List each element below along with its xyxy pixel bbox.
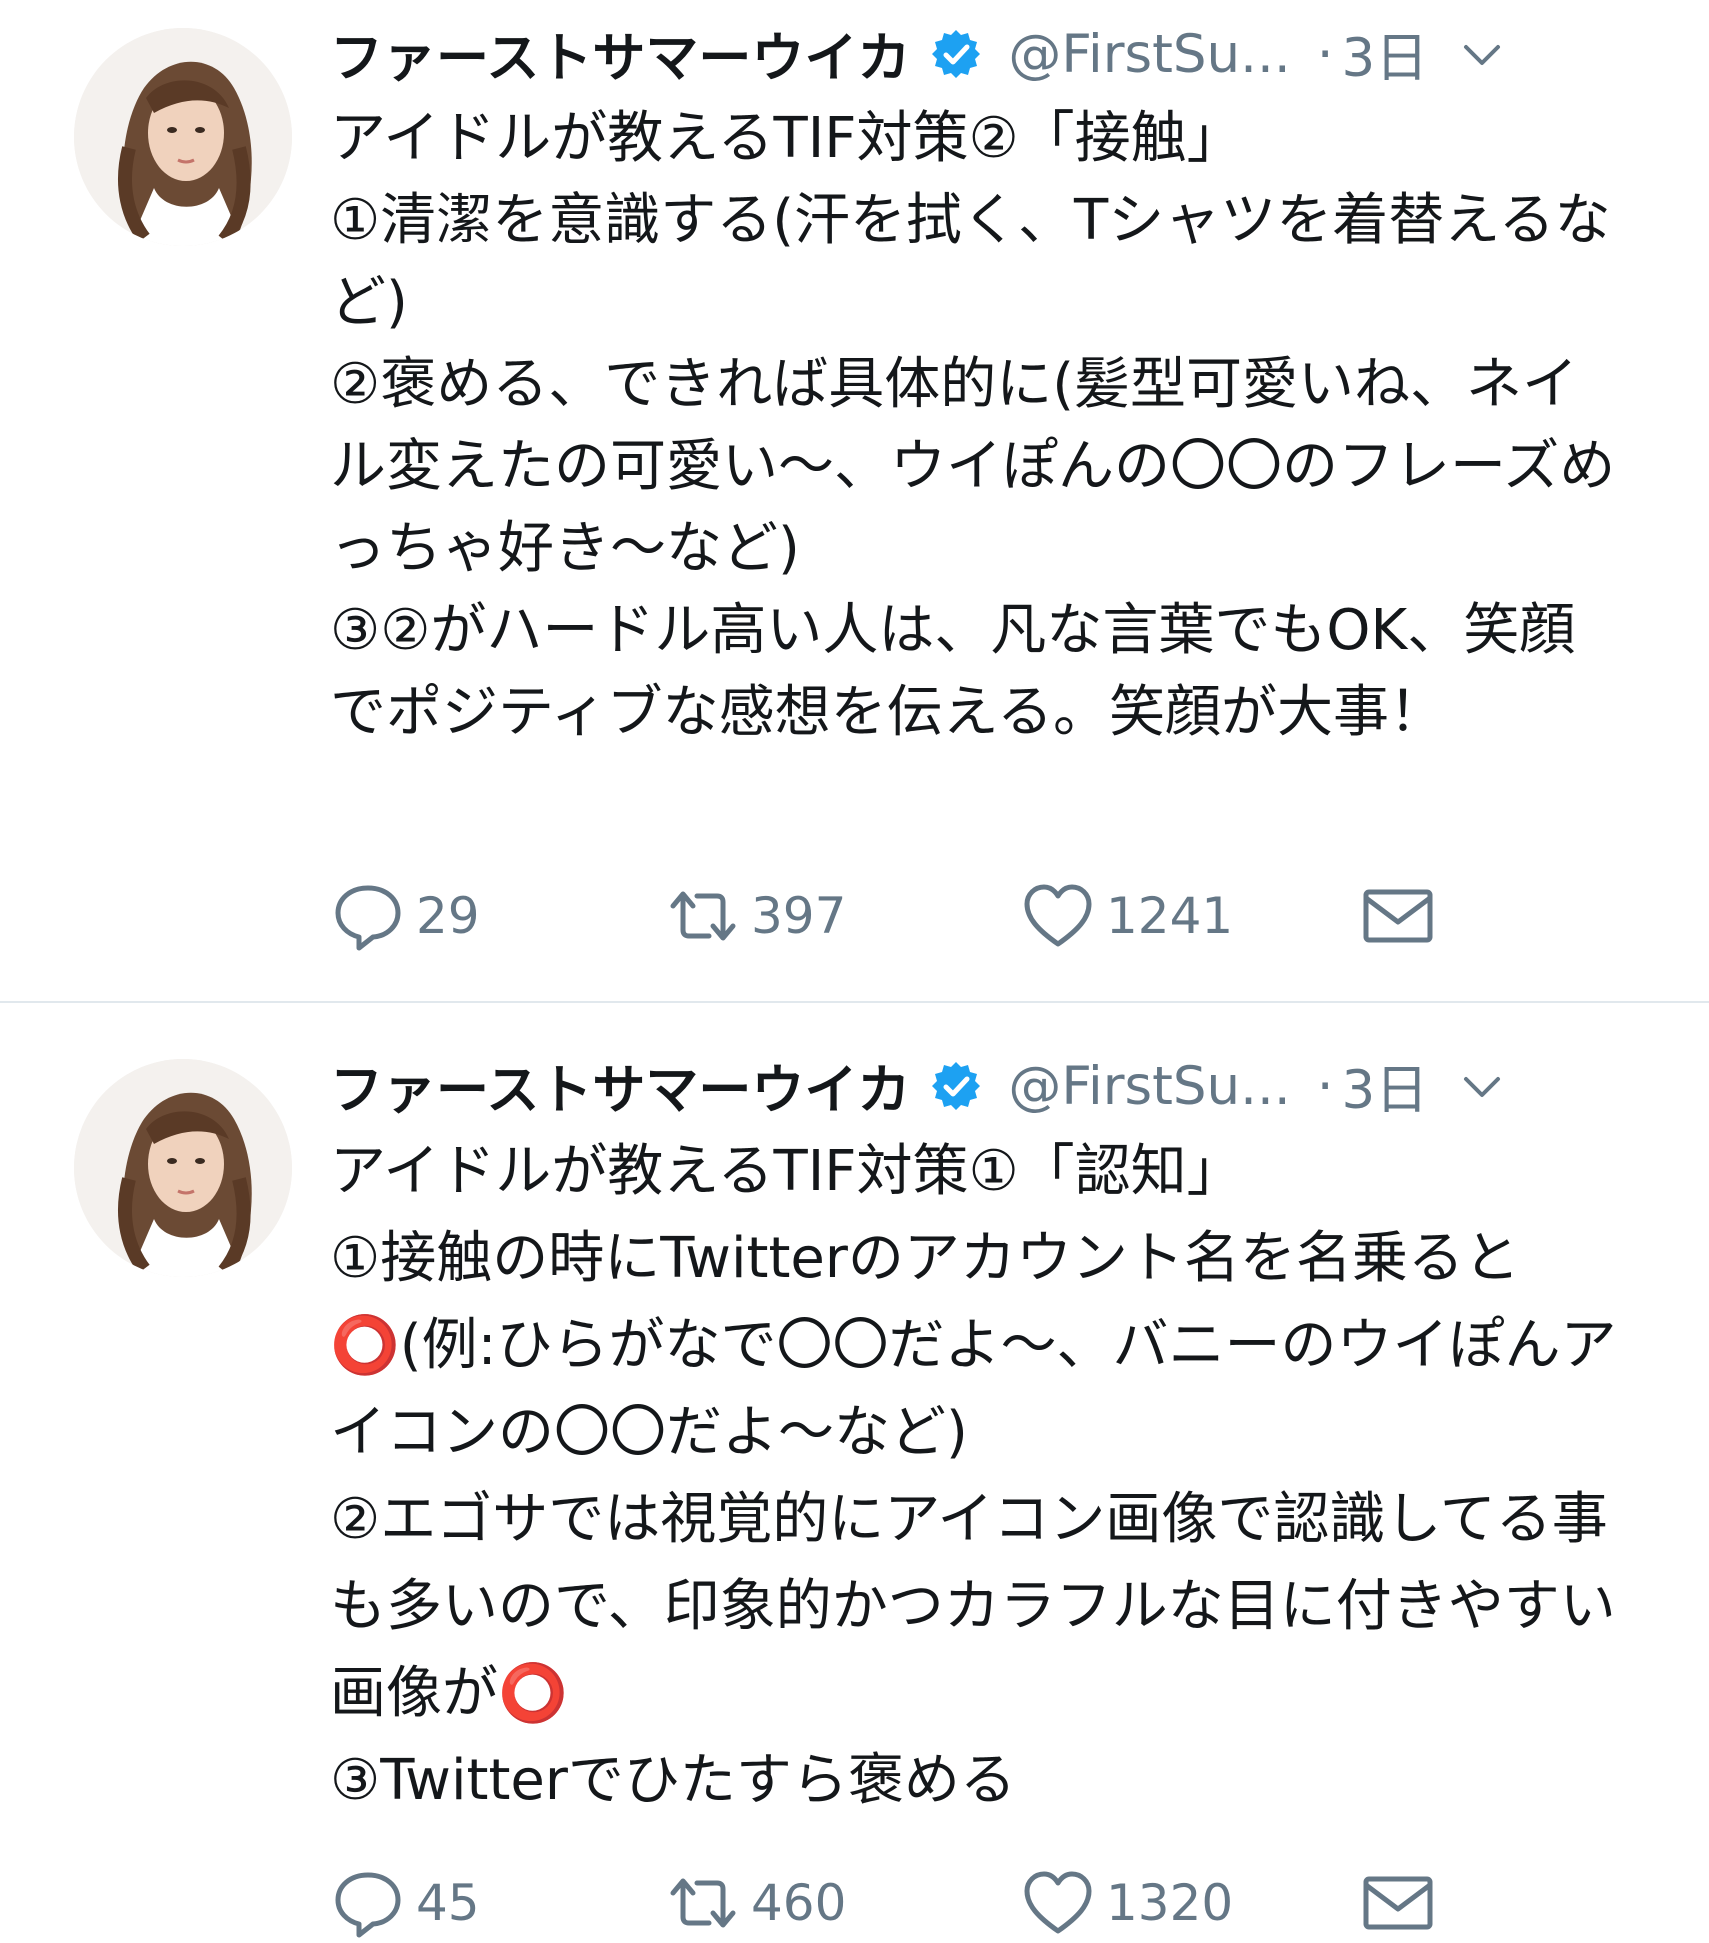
tweet-actions: 45 460 1320	[330, 1863, 1433, 1943]
author-handle[interactable]: @FirstSu...	[1008, 1056, 1290, 1117]
tweet[interactable]: ファーストサマーウイカ @FirstSu... · 3日 アイドルが教えるTIF…	[0, 1003, 1709, 1938]
direct-message-button[interactable]	[1360, 1863, 1436, 1943]
tweet-text: アイドルが教えるTIF対策②「接触」 ①清潔を意識する(汗を拭く、Tシャツを着替…	[330, 106, 1616, 745]
author-name[interactable]: ファーストサマーウイカ	[330, 1048, 910, 1124]
tweet[interactable]: ファーストサマーウイカ @FirstSu... · 3日 アイドルが教えるTIF…	[0, 0, 1709, 1001]
separator-dot: ·	[1316, 23, 1334, 85]
avatar-image	[74, 1059, 292, 1277]
chevron-down-icon[interactable]	[1458, 1062, 1506, 1110]
tweet-text: アイドルが教えるTIF対策①「認知」 ①接触の時にTwitterのアカウント名を…	[330, 1139, 1617, 1813]
reply-icon	[335, 1872, 401, 1938]
verified-badge-icon	[930, 1060, 982, 1112]
author-name[interactable]: ファーストサマーウイカ	[330, 16, 910, 92]
reply-count: 29	[416, 887, 480, 945]
verified-badge-icon	[930, 28, 982, 80]
envelope-icon	[1363, 889, 1433, 943]
retweet-button[interactable]: 460	[665, 1863, 846, 1943]
chevron-down-icon[interactable]	[1458, 30, 1506, 78]
separator-dot: ·	[1316, 1055, 1334, 1117]
direct-message-button[interactable]	[1360, 876, 1436, 956]
tweet-actions: 29 397 1241	[330, 876, 1433, 956]
avatar[interactable]	[74, 28, 292, 246]
like-count: 1320	[1106, 1874, 1234, 1932]
timestamp[interactable]: 3日	[1342, 1048, 1429, 1124]
tweet-feed: ファーストサマーウイカ @FirstSu... · 3日 アイドルが教えるTIF…	[0, 0, 1709, 1938]
reply-icon	[335, 885, 401, 951]
like-button[interactable]: 1241	[1020, 876, 1233, 956]
tweet-header: ファーストサマーウイカ @FirstSu... · 3日	[330, 14, 1660, 94]
timestamp[interactable]: 3日	[1342, 16, 1429, 92]
tweet-header: ファーストサマーウイカ @FirstSu... · 3日	[330, 1046, 1660, 1126]
retweet-count: 397	[751, 887, 847, 945]
author-handle[interactable]: @FirstSu...	[1008, 24, 1290, 85]
like-count: 1241	[1106, 887, 1234, 945]
retweet-icon	[670, 891, 736, 941]
retweet-button[interactable]: 397	[665, 876, 846, 956]
reply-button[interactable]: 45	[330, 1863, 480, 1943]
retweet-count: 460	[751, 1874, 847, 1932]
reply-count: 45	[416, 1874, 480, 1932]
heart-icon	[1024, 1871, 1092, 1934]
envelope-icon	[1363, 1876, 1433, 1930]
avatar-image	[74, 28, 292, 246]
heart-icon	[1024, 884, 1092, 947]
reply-button[interactable]: 29	[330, 876, 480, 956]
retweet-icon	[670, 1878, 736, 1928]
avatar[interactable]	[74, 1059, 292, 1277]
like-button[interactable]: 1320	[1020, 1863, 1233, 1943]
